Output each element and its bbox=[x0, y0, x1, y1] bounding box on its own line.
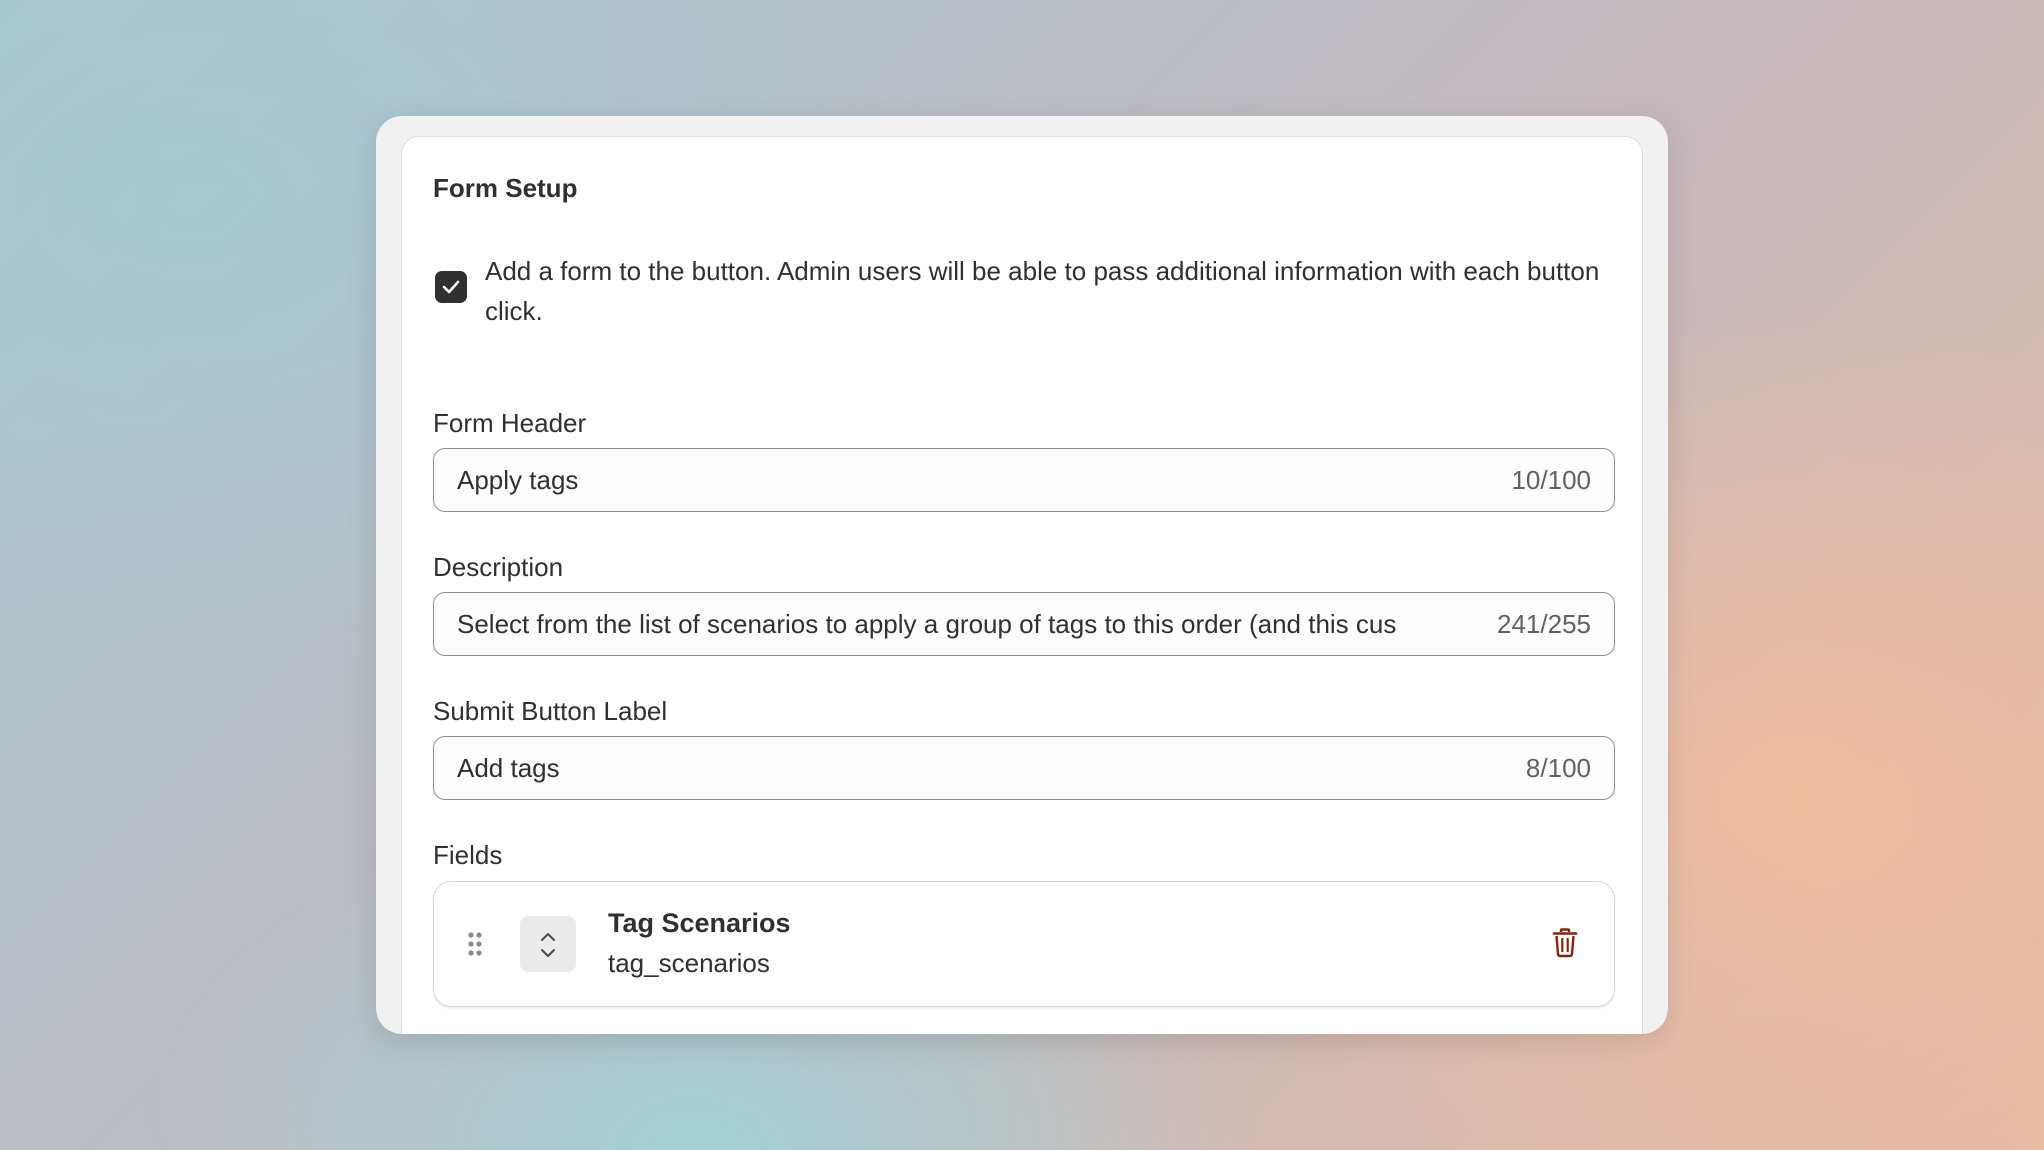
select-chevron-icon bbox=[541, 933, 555, 957]
submit-button-label-input[interactable]: Add tags 8/100 bbox=[433, 736, 1615, 800]
description-value: Select from the list of scenarios to app… bbox=[457, 609, 1397, 639]
form-header-char-count: 10/100 bbox=[1511, 465, 1591, 495]
form-header-label: Form Header bbox=[433, 408, 587, 438]
description-label: Description bbox=[433, 552, 564, 582]
trash-icon[interactable] bbox=[1552, 928, 1578, 963]
form-header-input[interactable]: Apply tags 10/100 bbox=[433, 448, 1615, 512]
description-char-count: 241/255 bbox=[1497, 609, 1591, 639]
field-key: tag_scenarios bbox=[608, 948, 770, 978]
field-list-item: Tag Scenarios tag_scenarios bbox=[433, 881, 1615, 1007]
add-form-checkbox-label[interactable]: Add a form to the button. Admin users wi… bbox=[485, 251, 1625, 331]
description-input[interactable]: Select from the list of scenarios to app… bbox=[433, 592, 1615, 656]
checkmark-icon bbox=[442, 280, 460, 294]
form-setup-card: Form Setup Add a form to the button. Adm… bbox=[401, 136, 1643, 1034]
submit-button-label-label: Submit Button Label bbox=[433, 696, 668, 726]
field-name: Tag Scenarios bbox=[608, 908, 791, 938]
drag-handle-icon[interactable] bbox=[467, 932, 483, 961]
fields-label: Fields bbox=[433, 840, 503, 870]
submit-button-label-char-count: 8/100 bbox=[1525, 753, 1591, 783]
add-form-checkbox[interactable] bbox=[435, 271, 467, 303]
field-type-select[interactable] bbox=[520, 916, 576, 972]
submit-button-label-value: Add tags bbox=[457, 753, 560, 783]
form-setup-panel: Form Setup Add a form to the button. Adm… bbox=[376, 116, 1668, 1034]
form-header-value: Apply tags bbox=[457, 465, 579, 495]
section-title: Form Setup bbox=[433, 173, 578, 203]
